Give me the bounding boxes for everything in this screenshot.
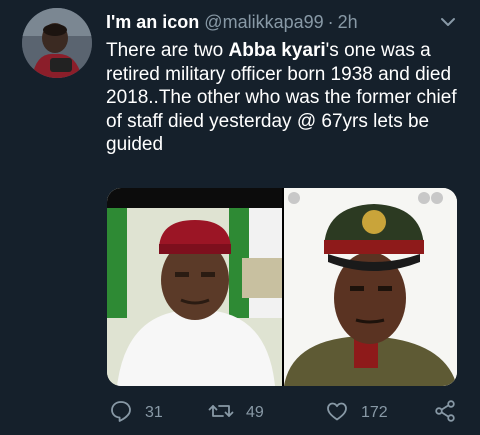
share-icon (433, 399, 469, 428)
retweet-count: 49 (246, 404, 264, 421)
heart-icon (325, 399, 361, 428)
share-button[interactable] (433, 398, 469, 428)
reply-button[interactable]: 31 (109, 398, 163, 428)
user-handle[interactable]: @malikkapa99 (204, 12, 323, 33)
chevron-down-icon[interactable] (438, 12, 458, 32)
display-name[interactable]: I'm an icon (106, 12, 199, 33)
tweet-header: I'm an icon @malikkapa99 · 2h (106, 10, 466, 34)
media-image-right[interactable] (284, 188, 457, 386)
like-count: 172 (361, 404, 388, 421)
like-button[interactable]: 172 (325, 398, 388, 428)
reply-count: 31 (145, 404, 163, 421)
separator-dot: · (327, 11, 334, 32)
media-image-left[interactable] (107, 188, 282, 386)
avatar[interactable] (22, 8, 92, 78)
tweet-actions: 31 49 172 (107, 398, 462, 428)
reply-icon (109, 399, 145, 428)
tweet-text-part1: There are two (106, 40, 229, 61)
retweet-button[interactable]: 49 (208, 398, 264, 428)
tweet-text-bold: Abba kyari (228, 40, 326, 61)
tweet-text: There are two Abba kyari's one was a ret… (106, 39, 466, 157)
tweet-media[interactable] (107, 188, 457, 386)
retweet-icon (208, 399, 246, 428)
timestamp[interactable]: 2h (338, 12, 358, 33)
